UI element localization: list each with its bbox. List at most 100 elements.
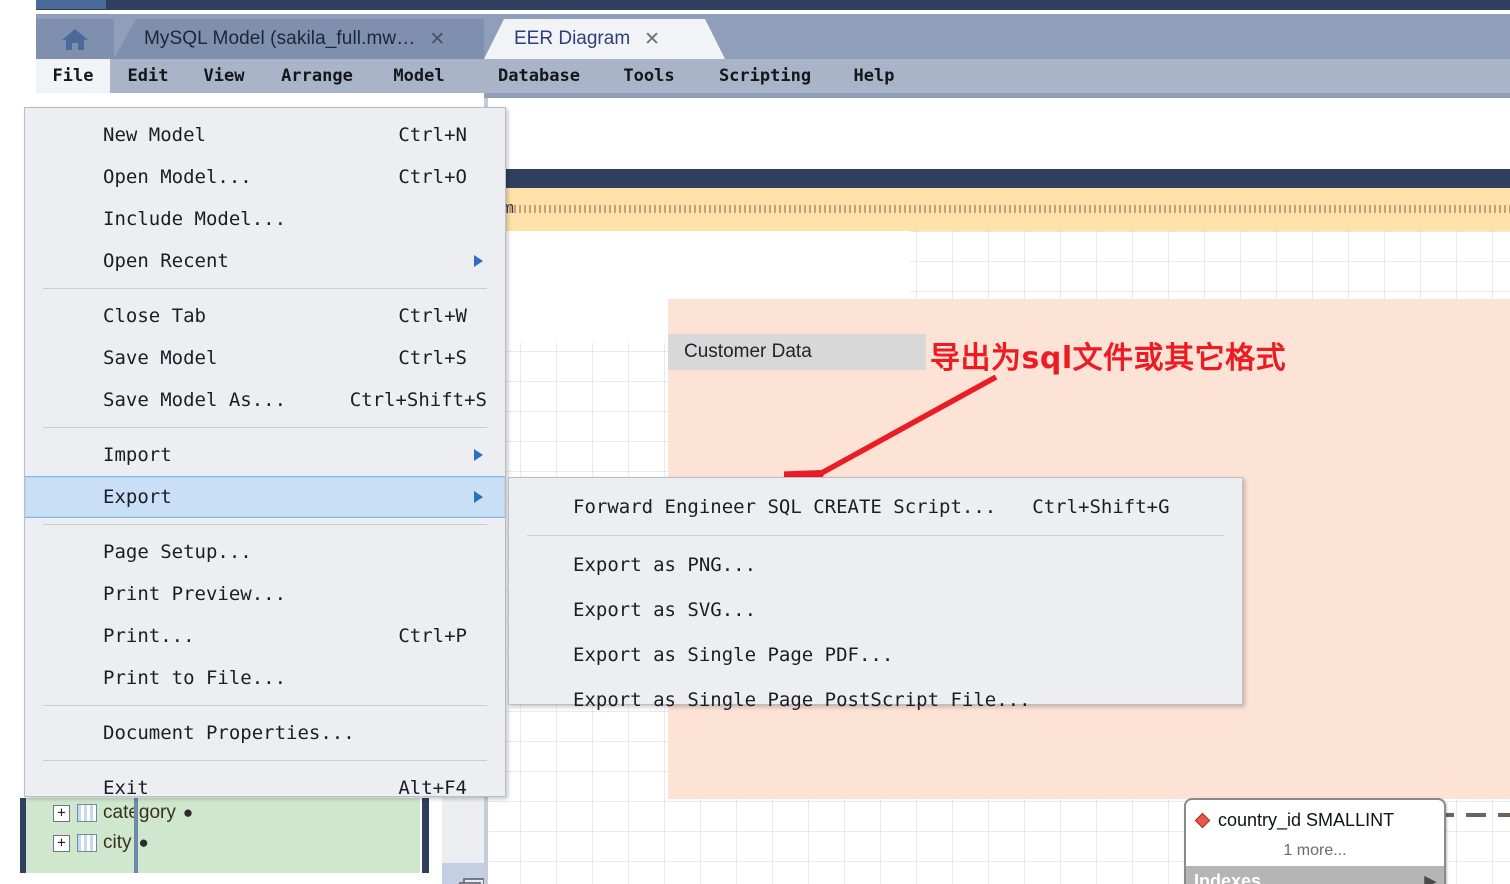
tab-bar: MySQL Model (sakila_full.mw… ✕ EER Diagr… [0, 14, 1510, 59]
menu-item-label: Page Setup... [103, 541, 252, 563]
menu-item-export-postscript[interactable]: Export as Single Page PostScript File... [509, 677, 1242, 722]
menu-bar: File Edit View Arrange Model Database To… [0, 59, 1510, 93]
menu-item-label: Include Model... [103, 208, 287, 230]
table-box-partial[interactable]: country_id SMALLINT 1 more... Indexes ▶ [1184, 798, 1446, 884]
table-icon [77, 834, 97, 852]
tab-eer-diagram-label: EER Diagram [514, 28, 631, 49]
menu-item-label: Open Model... [103, 166, 252, 188]
menu-item-forward-engineer-sql[interactable]: Forward Engineer SQL CREATE Script... Ct… [509, 484, 1242, 529]
table-column-row: country_id SMALLINT [1186, 800, 1444, 840]
menu-item-save-model[interactable]: Save Model Ctrl+S [25, 337, 505, 379]
tree-left-border [20, 798, 26, 873]
menu-file[interactable]: File [36, 59, 110, 93]
canvas-ruler: ram [484, 188, 1510, 231]
expander-icon[interactable]: + [53, 835, 70, 852]
menu-item-accelerator: Ctrl+Shift+G [1032, 495, 1170, 518]
tab-mysql-model-close-icon[interactable]: ✕ [429, 28, 445, 51]
tab-mysql-model[interactable]: MySQL Model (sakila_full.mw… ✕ [114, 19, 484, 59]
menu-item-page-setup[interactable]: Page Setup... [25, 531, 505, 573]
menu-item-print[interactable]: Print... Ctrl+P [25, 615, 505, 657]
menu-item-label: Export as SVG... [573, 598, 757, 621]
tab-eer-diagram-close-icon[interactable]: ✕ [644, 28, 660, 51]
menu-item-label: Export as Single Page PostScript File... [573, 688, 1031, 711]
table-column-label: country_id SMALLINT [1218, 809, 1395, 830]
menu-item-export[interactable]: Export [25, 476, 505, 518]
menu-item-label: Close Tab [103, 305, 206, 327]
menu-item-print-preview[interactable]: Print Preview... [25, 573, 505, 615]
diagram-layer-title[interactable]: Customer Data [668, 334, 926, 370]
menu-item-accelerator: Ctrl+O [398, 166, 467, 188]
menu-item-label: Export [103, 486, 172, 508]
submenu-arrow-icon [474, 255, 483, 267]
menu-item-label: Print Preview... [103, 583, 287, 605]
table-more-label[interactable]: 1 more... [1186, 840, 1444, 866]
menu-item-export-png[interactable]: Export as PNG... [509, 542, 1242, 587]
menu-item-label: Open Recent [103, 250, 229, 272]
model-tree: + category ● + city ● [20, 798, 420, 873]
tree-vertical-scrollbar[interactable] [134, 798, 138, 873]
file-menu-dropdown[interactable]: New Model Ctrl+N Open Model... Ctrl+O In… [24, 107, 506, 799]
submenu-arrow-icon [474, 449, 483, 461]
window-top-strip-light [36, 0, 106, 9]
menu-item-include-model[interactable]: Include Model... [25, 198, 505, 240]
tree-item-city[interactable]: + city ● [20, 828, 420, 858]
layers-icon [454, 876, 488, 884]
canvas-ruler-ticks [484, 205, 1510, 213]
menu-item-new-model[interactable]: New Model Ctrl+N [25, 114, 505, 156]
tab-eer-diagram[interactable]: EER Diagram ✕ [484, 19, 725, 59]
foreign-key-icon [1194, 812, 1211, 828]
menu-item-accelerator: Ctrl+W [398, 305, 467, 327]
menu-item-label: Export as PNG... [573, 553, 757, 576]
expand-arrow-icon[interactable]: ▶ [1424, 872, 1436, 884]
menu-item-export-pdf[interactable]: Export as Single Page PDF... [509, 632, 1242, 677]
submenu-arrow-icon [474, 491, 483, 503]
tree-item-city-label: city [103, 832, 132, 853]
menu-item-open-model[interactable]: Open Model... Ctrl+O [25, 156, 505, 198]
menu-item-label: Export as Single Page PDF... [573, 643, 894, 666]
menu-item-label: Print to File... [103, 667, 287, 689]
menu-database[interactable]: Database [478, 59, 600, 93]
tab-mysql-model-label: MySQL Model (sakila_full.mw… [144, 28, 416, 49]
menu-item-label: Exit [103, 777, 149, 799]
menu-item-label: Save Model [103, 347, 218, 369]
menu-help[interactable]: Help [838, 59, 910, 93]
window-top-strip-dark [36, 0, 1510, 10]
menu-separator [527, 535, 1224, 536]
mysql-workbench-window: MySQL Model (sakila_full.mw… ✕ EER Diagr… [0, 0, 1510, 884]
menu-item-import[interactable]: Import [25, 434, 505, 476]
export-submenu[interactable]: Forward Engineer SQL CREATE Script... Ct… [508, 477, 1243, 711]
menu-item-label: Document Properties... [103, 722, 355, 744]
menu-separator [43, 288, 487, 289]
menu-item-save-model-as[interactable]: Save Model As... Ctrl+Shift+S [25, 379, 505, 421]
home-icon [60, 26, 90, 52]
menu-item-export-svg[interactable]: Export as SVG... [509, 587, 1242, 632]
menu-view[interactable]: View [186, 59, 262, 93]
table-indexes-label: Indexes [1194, 870, 1262, 884]
menu-item-exit[interactable]: Exit Alt+F4 [25, 767, 505, 809]
menu-item-accelerator: Alt+F4 [398, 777, 467, 799]
menu-scripting[interactable]: Scripting [702, 59, 828, 93]
menu-model[interactable]: Model [372, 59, 466, 93]
menu-item-close-tab[interactable]: Close Tab Ctrl+W [25, 295, 505, 337]
canvas-top-band [484, 93, 1510, 98]
menu-item-label: Save Model As... [103, 389, 287, 411]
menu-item-accelerator: Ctrl+Shift+S [349, 389, 487, 411]
menu-item-document-properties[interactable]: Document Properties... [25, 712, 505, 754]
menu-item-accelerator: Ctrl+P [398, 625, 467, 647]
menu-separator [43, 524, 487, 525]
tab-home[interactable] [36, 19, 114, 59]
menu-separator [43, 705, 487, 706]
menu-edit[interactable]: Edit [110, 59, 186, 93]
menu-arrange[interactable]: Arrange [262, 59, 372, 93]
canvas-toolbar-band [484, 169, 1510, 188]
menu-separator [43, 760, 487, 761]
tree-right-border [422, 798, 429, 873]
menu-separator [43, 427, 487, 428]
table-indexes-row[interactable]: Indexes ▶ [1186, 866, 1444, 884]
menu-tools[interactable]: Tools [604, 59, 694, 93]
menu-item-accelerator: Ctrl+N [398, 124, 467, 146]
menu-item-open-recent[interactable]: Open Recent [25, 240, 505, 282]
menu-item-label: Forward Engineer SQL CREATE Script... [573, 495, 997, 518]
window-top-strip [0, 0, 1510, 14]
menu-item-print-to-file[interactable]: Print to File... [25, 657, 505, 699]
